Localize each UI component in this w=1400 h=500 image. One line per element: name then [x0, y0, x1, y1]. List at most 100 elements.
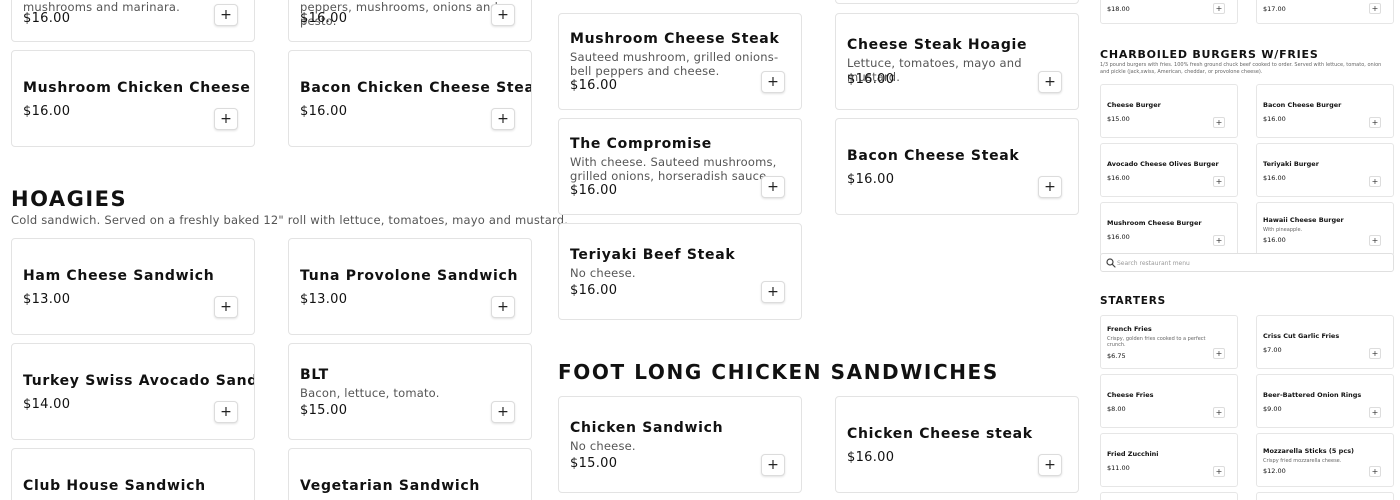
search-icon: [1106, 258, 1116, 268]
menu-item-card[interactable]: Criss Cut Garlic Fries $7.00 +: [1256, 315, 1394, 369]
plus-icon: +: [1215, 349, 1223, 358]
item-price: $16.00: [1263, 174, 1286, 182]
item-price: $16.00: [300, 11, 348, 26]
add-item-button[interactable]: +: [761, 281, 785, 303]
add-item-button[interactable]: +: [491, 296, 515, 318]
menu-item-card[interactable]: $18.00 +: [1100, 0, 1238, 24]
add-item-button[interactable]: +: [1213, 348, 1225, 359]
item-name: Teriyaki Beef Steak: [570, 247, 736, 263]
add-item-button[interactable]: +: [1369, 407, 1381, 418]
add-item-button[interactable]: +: [1369, 3, 1381, 14]
item-name: Chicken Cheese steak: [847, 426, 1033, 442]
add-item-button[interactable]: +: [761, 71, 785, 93]
menu-item-card[interactable]: Mozzarella Sticks (5 pcs) Crispy fried m…: [1256, 433, 1394, 487]
add-item-button[interactable]: +: [1038, 454, 1062, 476]
plus-icon: +: [1215, 236, 1223, 245]
menu-item-card[interactable]: Cheese Fries $8.00 +: [1100, 374, 1238, 428]
plus-icon: +: [220, 299, 232, 315]
add-item-button[interactable]: +: [491, 401, 515, 423]
menu-item-card[interactable]: Mushroom Cheese Steak Sauteed mushroom, …: [558, 13, 802, 110]
menu-item-card[interactable]: $17.00 +: [1256, 0, 1394, 24]
add-item-button[interactable]: +: [1369, 466, 1381, 477]
add-item-button[interactable]: +: [1213, 117, 1225, 128]
menu-item-card[interactable]: Club House Sandwich: [11, 448, 255, 500]
plus-icon: +: [767, 179, 779, 195]
plus-icon: +: [767, 284, 779, 300]
plus-icon: +: [767, 74, 779, 90]
item-price: $16.00: [300, 104, 348, 119]
menu-item-card[interactable]: Vegetarian Sandwich: [288, 448, 532, 500]
add-item-button[interactable]: +: [1369, 176, 1381, 187]
plus-icon: +: [1371, 118, 1379, 127]
add-item-button[interactable]: +: [1369, 235, 1381, 246]
menu-item-card[interactable]: Bacon Cheese Steak $16.00 +: [835, 118, 1079, 215]
item-name: Cheese Steak Hoagie: [847, 37, 1028, 53]
item-name: Vegetarian Sandwich: [300, 478, 481, 494]
plus-icon: +: [1371, 177, 1379, 186]
plus-icon: +: [1044, 457, 1056, 473]
menu-item-card[interactable]: Mushroom Chicken Cheese Steak $16.00 +: [11, 50, 255, 147]
add-item-button[interactable]: +: [1038, 71, 1062, 93]
add-item-button[interactable]: +: [491, 108, 515, 130]
item-name: French Fries: [1107, 325, 1152, 333]
menu-item-card[interactable]: French Fries Crispy, golden fries cooked…: [1100, 315, 1238, 369]
plus-icon: +: [767, 457, 779, 473]
add-item-button[interactable]: +: [1213, 3, 1225, 14]
menu-item-card-partial: [1256, 492, 1394, 500]
item-description: Crispy, golden fries cooked to a perfect…: [1107, 336, 1206, 348]
menu-item-card[interactable]: The Compromise With cheese. Sauteed mush…: [558, 118, 802, 215]
item-price: $16.00: [570, 78, 618, 93]
menu-item-card[interactable]: Chicken Sandwich No cheese. $15.00 +: [558, 396, 802, 493]
menu-item-card[interactable]: Chicken Cheese steak $16.00 +: [835, 396, 1079, 493]
menu-item-card[interactable]: Teriyaki Beef Steak No cheese. $16.00 +: [558, 223, 802, 320]
add-item-button[interactable]: +: [214, 4, 238, 26]
menu-item-card-partial: [835, 0, 1079, 4]
item-price: $16.00: [847, 172, 895, 187]
add-item-button[interactable]: +: [214, 401, 238, 423]
menu-item-card[interactable]: Cheese Steak Hoagie Lettuce, tomatoes, m…: [835, 13, 1079, 110]
menu-item-card[interactable]: Tuna Provolone Sandwich $13.00 +: [288, 238, 532, 335]
plus-icon: +: [1371, 467, 1379, 476]
menu-item-card[interactable]: Beer-Battered Onion Rings $9.00 +: [1256, 374, 1394, 428]
item-price: $7.00: [1263, 346, 1282, 354]
menu-item-card[interactable]: Bacon Chicken Cheese Steak $16.00 +: [288, 50, 532, 147]
add-item-button[interactable]: +: [1213, 176, 1225, 187]
plus-icon: +: [220, 111, 232, 127]
menu-item-card[interactable]: Hawaii Cheese Burger With pineapple. $16…: [1256, 202, 1394, 256]
item-price: $16.00: [1263, 115, 1286, 123]
add-item-button[interactable]: +: [1213, 407, 1225, 418]
plus-icon: +: [1371, 4, 1379, 13]
menu-item-card[interactable]: mushrooms and marinara. $16.00 +: [11, 0, 255, 42]
menu-item-card[interactable]: Ham Cheese Sandwich $13.00 +: [11, 238, 255, 335]
search-input[interactable]: [1117, 257, 1387, 269]
menu-item-card[interactable]: Bacon Cheese Burger $16.00 +: [1256, 84, 1394, 138]
plus-icon: +: [1371, 349, 1379, 358]
menu-item-card[interactable]: Turkey Swiss Avocado Sandwich $14.00 +: [11, 343, 255, 440]
menu-item-card[interactable]: BLT Bacon, lettuce, tomato. $15.00 +: [288, 343, 532, 440]
plus-icon: +: [220, 7, 232, 23]
item-description: With cheese. Sauteed mushrooms, grilled …: [570, 155, 777, 183]
menu-item-card[interactable]: peppers, mushrooms, onions and pesto. $1…: [288, 0, 532, 42]
add-item-button[interactable]: +: [1213, 235, 1225, 246]
plus-icon: +: [1044, 179, 1056, 195]
menu-item-card[interactable]: Cheese Burger $15.00 +: [1100, 84, 1238, 138]
item-price: $9.00: [1263, 405, 1282, 413]
add-item-button[interactable]: +: [761, 454, 785, 476]
add-item-button[interactable]: +: [1038, 176, 1062, 198]
menu-item-card[interactable]: Avocado Cheese Olives Burger $16.00 +: [1100, 143, 1238, 197]
item-price: $18.00: [1107, 5, 1130, 13]
add-item-button[interactable]: +: [1369, 348, 1381, 359]
menu-item-card[interactable]: Mushroom Cheese Burger $16.00 +: [1100, 202, 1238, 256]
menu-item-card[interactable]: Fried Zucchini $11.00 +: [1100, 433, 1238, 487]
item-name: Cheese Fries: [1107, 391, 1154, 399]
add-item-button[interactable]: +: [491, 4, 515, 26]
add-item-button[interactable]: +: [214, 296, 238, 318]
add-item-button[interactable]: +: [1213, 466, 1225, 477]
add-item-button[interactable]: +: [1369, 117, 1381, 128]
menu-item-card[interactable]: Teriyaki Burger $16.00 +: [1256, 143, 1394, 197]
add-item-button[interactable]: +: [761, 176, 785, 198]
item-description: No cheese.: [570, 439, 636, 453]
search-bar[interactable]: [1100, 253, 1394, 272]
add-item-button[interactable]: +: [214, 108, 238, 130]
item-price: $16.00: [847, 450, 895, 465]
